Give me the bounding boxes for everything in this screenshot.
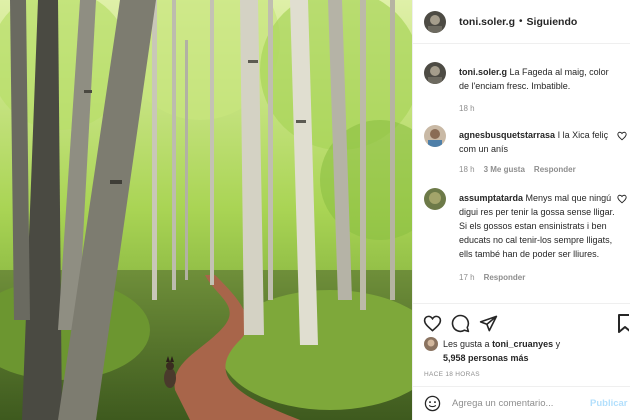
comment-row: assumptatarda Menys mal que ningú digui … — [424, 188, 630, 285]
post-side-panel: toni.soler.g • Siguiendo toni.soler.g La… — [412, 0, 630, 420]
likes-summary: Les gusta a toni_cruanyes y 5,958 person… — [424, 337, 624, 365]
forest-image — [0, 0, 412, 420]
commenter-username[interactable]: agnesbusquetstarrasa — [459, 130, 555, 140]
reply-button[interactable]: Responder — [484, 271, 526, 285]
publish-button[interactable]: Publicar — [590, 398, 628, 409]
emoji-icon[interactable] — [424, 395, 441, 412]
comment-input[interactable] — [452, 398, 582, 409]
heart-icon[interactable] — [617, 131, 627, 141]
likes-count-link[interactable]: 5,958 personas más — [443, 353, 529, 363]
comment-composer: Publicar — [413, 386, 630, 420]
commenter-avatar[interactable] — [424, 188, 446, 210]
likes-conj: y — [555, 339, 561, 349]
heart-icon[interactable] — [423, 314, 442, 333]
author-avatar[interactable] — [424, 10, 446, 33]
separator-dot: • — [519, 16, 523, 27]
author-avatar[interactable] — [424, 62, 446, 84]
comment-time: 17 h — [459, 273, 475, 282]
liker-avatar[interactable] — [424, 337, 438, 351]
post-time: HACE 18 HORAS — [424, 371, 480, 378]
post-header: toni.soler.g • Siguiendo — [413, 0, 630, 44]
caption-author[interactable]: toni.soler.g — [459, 67, 507, 77]
comment-row: agnesbusquetstarrasa I la Xica feliç com… — [424, 125, 630, 177]
liker-username[interactable]: toni_cruanyes — [492, 339, 553, 349]
share-icon[interactable] — [479, 314, 498, 333]
caption-time: 18 h — [459, 104, 475, 113]
caption-row: toni.soler.g La Fageda al maig, color de… — [424, 62, 630, 116]
comment-icon[interactable] — [451, 314, 470, 333]
likes-prefix: Les gusta a — [443, 339, 490, 349]
commenter-avatar[interactable] — [424, 125, 446, 147]
commenter-username[interactable]: assumptatarda — [459, 193, 523, 203]
comment-time: 18 h — [459, 165, 475, 174]
author-username[interactable]: toni.soler.g — [459, 16, 515, 28]
follow-status-button[interactable]: Siguiendo — [527, 16, 578, 28]
heart-icon[interactable] — [617, 194, 627, 204]
comment-likes-link[interactable]: 3 Me gusta — [484, 163, 525, 177]
bookmark-icon[interactable] — [617, 314, 629, 333]
post-photo[interactable] — [0, 0, 412, 420]
reply-button[interactable]: Responder — [534, 163, 576, 177]
